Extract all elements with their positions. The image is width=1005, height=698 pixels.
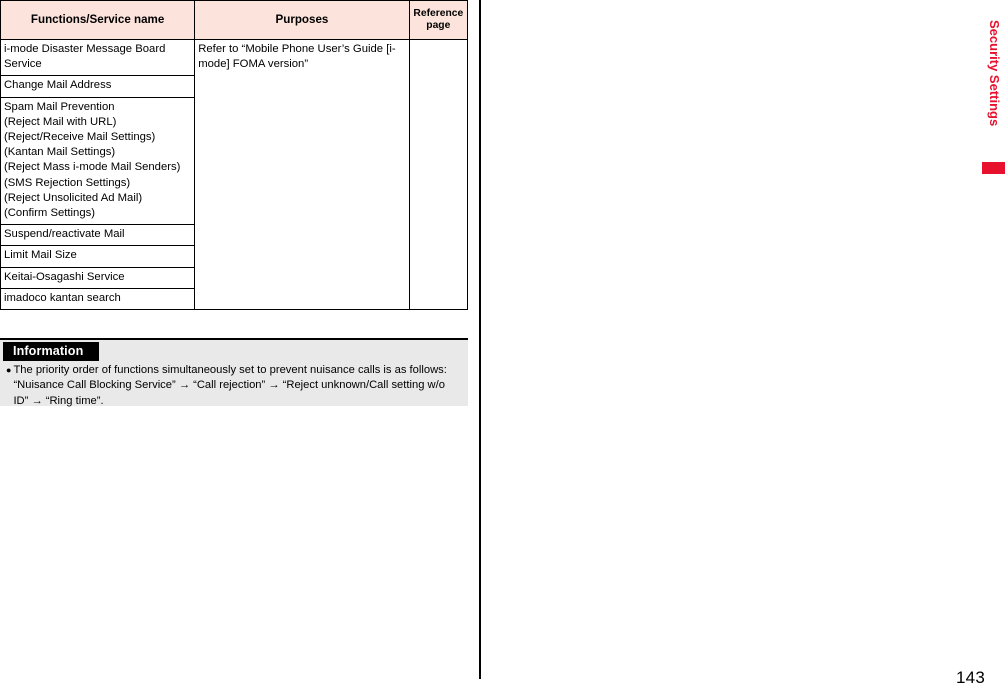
function-service-name-cell: Change Mail Address xyxy=(0,75,196,98)
function-service-name-line: (Reject Unsolicited Ad Mail) xyxy=(4,191,143,204)
function-service-name-cell: i-mode Disaster Message Board Service xyxy=(0,38,196,77)
function-service-name-cell: Spam Mail Prevention (Reject Mail with UR… xyxy=(0,96,196,226)
section-tab-label: Security Settings xyxy=(987,20,1002,127)
function-service-name-cell: Keitai-Osagashi Service xyxy=(0,266,196,289)
function-service-name-line: Suspend/reactivate Mail xyxy=(4,228,125,241)
function-service-name-line: Change Mail Address xyxy=(4,79,112,92)
column-header-reference-page: Reference page xyxy=(408,0,469,40)
function-service-name-cell: Suspend/reactivate Mail xyxy=(0,224,196,247)
table-header-row: Functions/Service name Purposes Referenc… xyxy=(0,0,469,40)
table-row: i-mode Disaster Message Board Service Refe… xyxy=(0,38,469,311)
information-title: Information xyxy=(3,342,100,361)
function-service-name-line: (SMS Rejection Settings) xyxy=(4,176,131,189)
information-text: The priority order of functions simultan… xyxy=(13,364,447,407)
page-number: 143 xyxy=(956,668,985,687)
column-header-functions: Functions/Service name xyxy=(0,0,196,40)
information-body: ● The priority order of functions simult… xyxy=(6,363,462,409)
function-service-name-line: (Reject/Receive Mail Settings) xyxy=(4,131,156,144)
information-box: Information ● The priority order of func… xyxy=(0,338,468,409)
bullet-icon: ● xyxy=(6,365,12,375)
function-service-name-line: imadoco kantan search xyxy=(4,291,121,304)
column-header-purposes: Purposes xyxy=(194,0,410,40)
section-tab: Security Settings xyxy=(982,20,1005,338)
function-service-name-line: Keitai-Osagashi Service xyxy=(4,270,125,283)
function-service-name-line: (Kantan Mail Settings) xyxy=(4,146,116,159)
function-service-name-line: Spam Mail Prevention xyxy=(4,100,115,113)
function-service-name-line: Limit Mail Size xyxy=(4,249,77,262)
reference-page-cell xyxy=(408,38,469,311)
function-service-name-line: (Reject Mail with URL) xyxy=(4,115,117,128)
function-service-name-cell: imadoco kantan search xyxy=(0,287,196,311)
function-service-name-line: (Reject Mass i-mode Mail Senders) xyxy=(4,161,181,174)
function-service-name-line: (Confirm Settings) xyxy=(4,207,96,220)
function-service-name-cell: Limit Mail Size xyxy=(0,245,196,268)
function-service-name-line: Service xyxy=(4,58,42,71)
function-service-name-line: i-mode Disaster Message Board xyxy=(4,43,166,55)
functions-service-table: Functions/Service name Purposes Referenc… xyxy=(0,0,469,311)
page-column-divider xyxy=(479,0,481,679)
purposes-cell: Refer to “Mobile Phone User’s Guide [i-m… xyxy=(194,38,410,311)
